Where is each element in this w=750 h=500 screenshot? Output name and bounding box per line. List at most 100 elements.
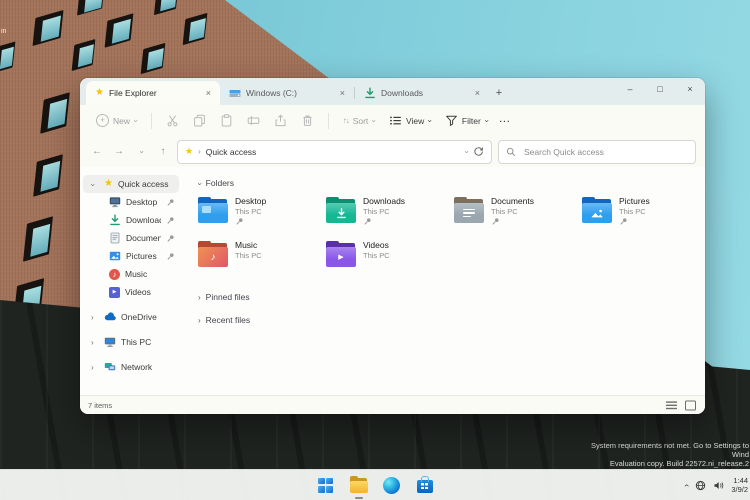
folder-tile-desktop[interactable]: Desktop This PC [198,195,326,235]
rename-button[interactable] [241,111,266,130]
details-view-icon[interactable] [665,400,678,411]
search-box[interactable] [498,140,696,164]
picture-icon [109,250,121,262]
refresh-icon[interactable] [473,146,484,157]
close-tab-icon[interactable]: × [204,88,213,98]
active-app-indicator [355,497,363,499]
section-folders[interactable]: › Folders [198,175,705,191]
folder-tile-downloads[interactable]: Downloads This PC [326,195,454,235]
chevron-right-icon[interactable]: › [91,314,94,322]
breadcrumb[interactable]: Quick access [206,147,257,157]
tab-downloads[interactable]: Downloads × [355,81,489,105]
filter-button[interactable]: Filter › [439,111,494,130]
speaker-icon[interactable] [713,480,724,491]
up-button[interactable]: ↑ [155,146,171,157]
items-count: 7 items [88,401,112,410]
close-tab-icon[interactable]: × [338,88,347,98]
chevron-right-icon[interactable]: › [91,339,94,347]
section-recent-files[interactable]: › Recent files [198,312,705,328]
start-button[interactable] [316,475,336,495]
forward-button[interactable]: → [111,146,127,157]
chevron-right-icon[interactable]: › [91,364,94,372]
new-tab-button[interactable]: + [489,83,509,103]
paste-button[interactable] [214,111,239,130]
windows-logo-icon [318,478,333,493]
video-icon: ▶ [109,287,120,298]
sidebar-item-network[interactable]: › Network [83,358,179,376]
sidebar-item-music[interactable]: ♪ Music [83,265,179,283]
sidebar-item-onedrive[interactable]: › OneDrive [83,308,179,326]
share-icon [274,114,287,127]
building-window [154,0,178,15]
pictures-folder-icon [582,197,612,223]
search-input[interactable] [522,146,688,158]
delete-button[interactable] [295,111,320,130]
tab-label: Windows (C:) [246,88,333,98]
folder-tile-documents[interactable]: Documents This PC [454,195,582,235]
folder-tile-music[interactable]: ♪ Music This PC [198,239,326,279]
new-button[interactable]: + New › [90,111,143,130]
taskbar-store[interactable] [415,475,435,495]
pin-icon [166,234,175,243]
maximize-button[interactable]: □ [645,78,675,100]
folder-name: Documents [491,196,534,206]
more-options-button[interactable]: ··· [495,116,515,126]
view-button[interactable]: View › [383,111,437,130]
desktop-icon-label-fragment: in [1,28,6,35]
toolbar-separator [151,113,152,129]
sidebar-item-quick-access[interactable]: › ★ Quick access [83,175,179,193]
chevron-down-icon[interactable]: › [195,182,203,185]
sidebar-item-pictures[interactable]: Pictures [83,247,179,265]
breadcrumb-chevron-icon: › [198,148,201,156]
navigation-pane: › ★ Quick access Desktop Downloads Docum… [80,167,182,395]
desktop: in System requirements not met. Go to Se… [0,0,750,500]
sidebar-item-documents[interactable]: Documents [83,229,179,247]
minimize-button[interactable]: – [615,78,645,100]
share-button[interactable] [268,111,293,130]
building-window [33,154,63,196]
chevron-right-icon[interactable]: › [198,294,201,302]
cut-button[interactable] [160,111,185,130]
building-window [105,13,134,47]
sidebar-item-this-pc[interactable]: › This PC [83,333,179,351]
folder-tile-videos[interactable]: ▶ Videos This PC [326,239,454,279]
taskbar-file-explorer[interactable] [349,475,369,495]
sidebar-item-videos[interactable]: ▶ Videos [83,283,179,301]
network-globe-icon[interactable] [695,480,706,491]
section-label: Recent files [206,315,250,325]
tab-file-explorer[interactable]: ★ File Explorer × [86,81,220,105]
sidebar-item-desktop[interactable]: Desktop [83,193,179,211]
back-button[interactable]: ← [89,146,105,157]
pin-icon [491,217,500,226]
status-bar: 7 items [80,395,705,414]
thumbnail-view-icon[interactable] [684,400,697,411]
address-dropdown-icon[interactable]: › [463,150,471,153]
taskbar-clock[interactable]: 1:44 3/9/2 [731,476,748,494]
taskbar-edge[interactable] [382,475,402,495]
section-pinned-files[interactable]: › Pinned files [198,289,705,305]
paste-icon [220,114,233,127]
close-tab-icon[interactable]: × [473,88,482,98]
address-input[interactable]: ★ › Quick access › [177,140,492,164]
close-button[interactable]: × [675,78,705,100]
tray-chevron-up-icon[interactable]: › [685,481,688,490]
chevron-right-icon[interactable]: › [198,317,201,325]
tab-windows-c[interactable]: Windows (C:) × [220,81,354,105]
folder-name: Videos [363,240,390,250]
filter-funnel-icon [445,114,458,127]
sort-arrows-icon: ↑↓ [343,116,349,125]
recent-locations-icon[interactable]: › [137,151,145,154]
music-folder-icon: ♪ [198,241,228,267]
folder-tile-pictures[interactable]: Pictures This PC [582,195,705,235]
copy-button[interactable] [187,111,212,130]
sidebar-item-label: Documents [126,233,161,243]
chevron-down-icon[interactable]: › [88,183,96,186]
sidebar-item-label: Music [125,269,175,279]
folder-name: Desktop [235,196,266,206]
folder-name: Music [235,240,262,250]
sort-button[interactable]: ↑↓ Sort › [337,113,381,129]
sidebar-item-downloads[interactable]: Downloads [83,211,179,229]
tab-label: Downloads [381,88,468,98]
section-label: Pinned files [206,292,250,302]
trash-icon [301,114,314,127]
